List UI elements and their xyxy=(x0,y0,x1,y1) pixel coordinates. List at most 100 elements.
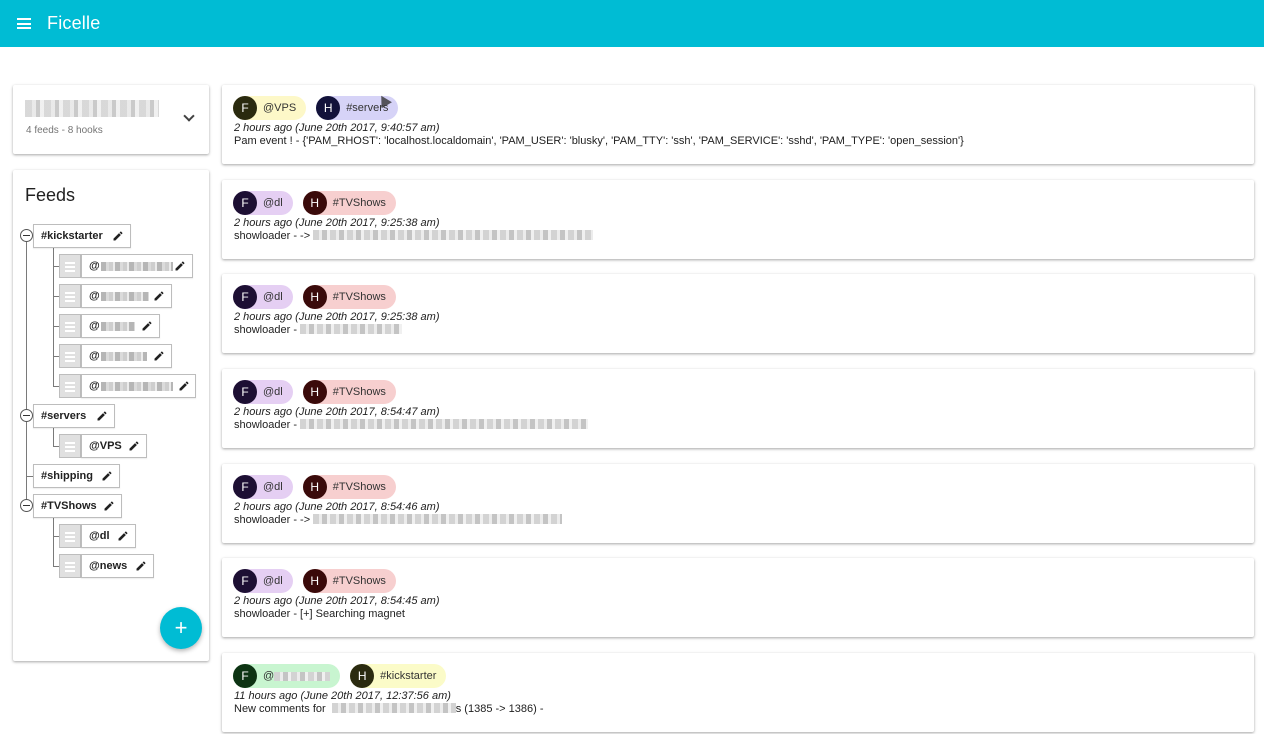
event-chips: F @dl H #TVShows xyxy=(233,285,406,309)
feed-label: #shipping xyxy=(41,470,93,482)
hook-node-vps[interactable]: @VPS xyxy=(81,434,147,458)
collapse-icon[interactable] xyxy=(20,499,33,512)
event-timestamp: 11 hours ago (June 20th 2017, 12:37:56 a… xyxy=(234,690,451,702)
account-card[interactable]: 4 feeds - 8 hooks xyxy=(13,85,209,154)
feed-label: #TVShows xyxy=(41,500,97,512)
hook-chip[interactable]: F @dl xyxy=(233,191,293,215)
collapse-icon[interactable] xyxy=(20,409,33,422)
feed-chip[interactable]: H #TVShows xyxy=(302,475,396,499)
pencil-icon[interactable] xyxy=(153,350,165,362)
hook-avatar: F xyxy=(233,96,257,120)
hook-chip[interactable]: F @dl xyxy=(233,380,293,404)
pencil-icon[interactable] xyxy=(153,290,165,302)
event-message-text: Pam event ! - {'PAM_RHOST': 'localhost.l… xyxy=(234,135,964,147)
hook-chip[interactable]: F @dl xyxy=(233,569,293,593)
drag-handle-icon[interactable] xyxy=(59,374,81,398)
event-chips: F @dl H #TVShows xyxy=(233,191,406,215)
feed-chip-label: #TVShows xyxy=(332,291,386,303)
event-message-text: showloader - -> xyxy=(234,230,311,242)
app-title: Ficelle xyxy=(47,13,101,33)
collapse-icon[interactable] xyxy=(20,229,33,242)
menu-icon[interactable] xyxy=(17,18,31,29)
feed-chip-label: #TVShows xyxy=(332,386,386,398)
drag-handle-icon[interactable] xyxy=(59,284,81,308)
feed-label: #kickstarter xyxy=(41,230,103,242)
feed-node-tvshows[interactable]: #TVShows xyxy=(33,494,122,518)
feed-node-kickstarter[interactable]: #kickstarter xyxy=(33,224,131,248)
drag-handle-icon[interactable] xyxy=(59,314,81,338)
event-message: showloader - xyxy=(234,419,588,431)
redacted-text xyxy=(100,261,173,271)
hook-chip-label: @dl xyxy=(263,197,283,209)
plus-icon: + xyxy=(174,615,188,640)
drag-handle-icon[interactable] xyxy=(59,254,81,278)
hook-node-dl[interactable]: @dl xyxy=(81,524,136,548)
pencil-icon[interactable] xyxy=(96,410,108,422)
event-card: F @dl H #TVShows 2 hours ago (June 20th 2017… xyxy=(222,558,1254,637)
feed-node-shipping[interactable]: #shipping xyxy=(33,464,120,488)
hook-chip-label: @dl xyxy=(263,291,283,303)
event-message: Pam event ! - {'PAM_RHOST': 'localhost.l… xyxy=(234,135,964,147)
hook-node[interactable]: @ xyxy=(81,314,160,338)
pencil-icon[interactable] xyxy=(174,260,186,272)
account-name xyxy=(25,100,159,117)
hook-chip[interactable]: F @ xyxy=(233,664,341,688)
event-message: showloader - -> xyxy=(234,230,594,242)
feed-avatar: H xyxy=(302,285,327,309)
redacted-text xyxy=(100,291,149,301)
feed-node-servers[interactable]: #servers xyxy=(33,404,115,428)
hook-chip[interactable]: F @dl xyxy=(233,475,293,499)
event-timestamp: 2 hours ago (June 20th 2017, 8:54:47 am) xyxy=(234,406,440,418)
feed-chip-label: #TVShows xyxy=(332,481,386,493)
pencil-icon[interactable] xyxy=(112,230,124,242)
drag-handle-icon[interactable] xyxy=(59,434,81,458)
drag-handle-icon[interactable] xyxy=(59,344,81,368)
hook-node[interactable]: @ xyxy=(81,374,196,398)
event-message: New comments for s (1385 -> 1386) - xyxy=(234,703,544,715)
pencil-icon[interactable] xyxy=(101,470,113,482)
feed-chip[interactable]: H #TVShows xyxy=(302,380,396,404)
feed-avatar: H xyxy=(302,191,327,215)
hook-label: @ xyxy=(89,320,100,332)
redacted-text xyxy=(313,514,563,524)
tree-branch-line xyxy=(53,518,54,567)
event-message: showloader - xyxy=(234,324,402,336)
redacted-text xyxy=(299,419,588,429)
feed-avatar: H xyxy=(316,96,341,120)
feed-chip[interactable]: H #kickstarter xyxy=(350,664,447,688)
pencil-icon[interactable] xyxy=(117,530,129,542)
event-card: F @ H #kickstarter 11 hours ago (June 20th 2… xyxy=(222,653,1254,732)
feed-chip[interactable]: H #TVShows xyxy=(302,569,396,593)
drag-handle-icon[interactable] xyxy=(59,554,81,578)
event-chips: F @dl H #TVShows xyxy=(233,380,406,404)
hook-chip[interactable]: F @VPS xyxy=(233,96,307,120)
event-card: F @dl H #TVShows 2 hours ago (June 20th 2017… xyxy=(222,180,1254,259)
chevron-down-icon[interactable] xyxy=(183,110,195,122)
pencil-icon[interactable] xyxy=(141,320,153,332)
pencil-icon[interactable] xyxy=(135,560,147,572)
event-message-text: showloader - -> xyxy=(234,514,311,526)
event-message-text: New comments for xyxy=(234,703,329,715)
pencil-icon[interactable] xyxy=(178,380,190,392)
feed-chip-label: #kickstarter xyxy=(380,670,437,682)
event-message-tail: s (1385 -> 1386) - xyxy=(455,703,544,715)
hook-node[interactable]: @ xyxy=(81,284,172,308)
hook-node[interactable]: @ xyxy=(81,254,193,278)
redacted-text xyxy=(331,703,456,713)
hook-avatar: F xyxy=(233,475,257,499)
hook-node[interactable]: @ xyxy=(81,344,172,368)
event-card: F @dl H #TVShows 2 hours ago (June 20th 2017… xyxy=(222,274,1254,353)
event-message-text: showloader - xyxy=(234,419,297,431)
drag-handle-icon[interactable] xyxy=(59,524,81,548)
add-button[interactable]: + xyxy=(160,607,202,649)
event-card: F @dl H #TVShows 2 hours ago (June 20th 2017… xyxy=(222,369,1254,448)
feed-chip[interactable]: H #TVShows xyxy=(302,191,396,215)
feed-chip[interactable]: H #TVShows xyxy=(302,285,396,309)
hook-chip-label: @ xyxy=(263,670,275,682)
hook-label: @dl xyxy=(89,530,110,542)
redacted-text xyxy=(100,321,135,331)
pencil-icon[interactable] xyxy=(103,500,115,512)
pencil-icon[interactable] xyxy=(128,440,140,452)
hook-node-news[interactable]: @news xyxy=(81,554,154,578)
hook-chip[interactable]: F @dl xyxy=(233,285,293,309)
